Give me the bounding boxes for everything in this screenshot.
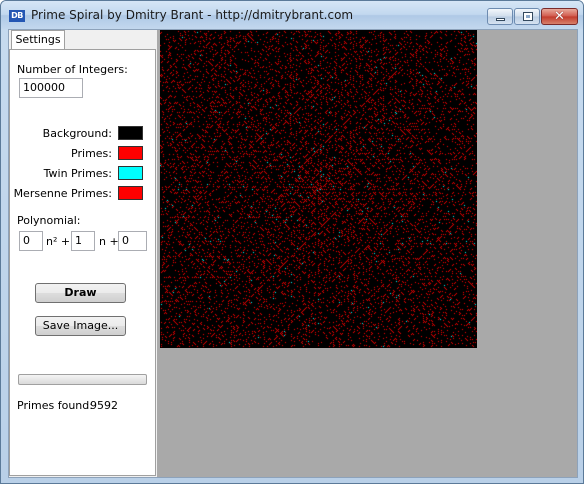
polynomial-label: Polynomial:: [17, 214, 81, 227]
app-icon: DB: [9, 10, 25, 22]
n-label: n +: [99, 235, 119, 248]
settings-panel: Settings Number of Integers: 100000 Back…: [9, 30, 157, 477]
background-color-swatch[interactable]: [118, 126, 143, 140]
num-integers-label: Number of Integers:: [17, 63, 128, 76]
primes-found-value: 9592: [90, 399, 118, 412]
mersenne-primes-color-label: Mersenne Primes:: [13, 187, 112, 200]
primes-found-label: Primes found:: [17, 399, 93, 412]
prime-spiral-canvas[interactable]: [160, 30, 477, 348]
app-window: DB Prime Spiral by Dmitry Brant - http:/…: [0, 0, 584, 484]
poly-a-input[interactable]: 0: [19, 231, 43, 251]
poly-c-input[interactable]: 0: [118, 231, 147, 251]
n-squared-label: n² +: [46, 235, 71, 248]
poly-b-input[interactable]: 1: [71, 231, 95, 251]
num-integers-input[interactable]: 100000: [19, 78, 83, 98]
close-button[interactable]: ✕: [541, 8, 578, 25]
mersenne-primes-color-swatch[interactable]: [118, 186, 143, 200]
minimize-button[interactable]: [487, 8, 513, 25]
minimize-icon: [496, 18, 505, 21]
close-icon: ✕: [554, 9, 565, 24]
maximize-button[interactable]: [514, 8, 540, 25]
primes-color-label: Primes:: [71, 147, 112, 160]
primes-color-swatch[interactable]: [118, 146, 143, 160]
progress-bar: [18, 374, 147, 385]
background-color-label: Background:: [42, 127, 112, 140]
settings-tab-body: Number of Integers: 100000 Background: P…: [9, 49, 156, 476]
client-area: Settings Number of Integers: 100000 Back…: [8, 29, 578, 478]
maximize-icon: [523, 12, 533, 21]
save-image-button[interactable]: Save Image...: [35, 316, 126, 336]
title-bar[interactable]: DB Prime Spiral by Dmitry Brant - http:/…: [1, 1, 583, 29]
draw-button[interactable]: Draw: [35, 283, 126, 303]
twin-primes-color-swatch[interactable]: [118, 166, 143, 180]
twin-primes-color-label: Twin Primes:: [43, 167, 112, 180]
tab-settings[interactable]: Settings: [11, 30, 65, 50]
window-title: Prime Spiral by Dmitry Brant - http://dm…: [31, 8, 354, 22]
